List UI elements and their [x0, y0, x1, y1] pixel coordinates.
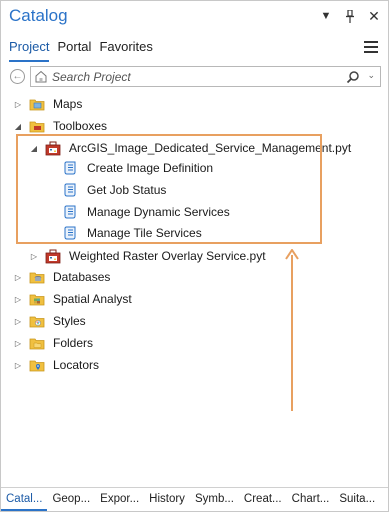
annotation-arrow	[285, 249, 299, 411]
script-tool-icon	[64, 183, 76, 197]
tree-item-label: Get Job Status	[87, 183, 167, 197]
tab-symbology[interactable]: Symb...	[190, 488, 239, 511]
expand-arrow-icon[interactable]: ▷	[13, 360, 23, 370]
tree-item-label: Spatial Analyst	[53, 292, 132, 306]
tree-item-tool[interactable]: Manage Dynamic Services	[63, 202, 230, 222]
tree-item-label: Manage Tile Services	[87, 226, 202, 240]
expand-arrow-icon[interactable]: ▷	[13, 99, 23, 109]
tree-item-label: Create Image Definition	[87, 161, 214, 175]
close-icon[interactable]: ✕	[368, 8, 380, 24]
tab-catalog[interactable]: Catal...	[1, 488, 48, 511]
expand-arrow-icon[interactable]: ▷	[13, 338, 23, 348]
catalog-nav-tabs: Project Portal Favorites	[9, 39, 153, 62]
home-icon[interactable]	[34, 69, 48, 84]
pane-title: Catalog	[9, 6, 68, 25]
maps-folder-icon	[29, 99, 45, 111]
tree-item-label: Maps	[53, 97, 83, 111]
search-icon[interactable]	[346, 70, 360, 84]
tree-item-label: ArcGIS_Image_Dedicated_Service_Managemen…	[69, 141, 352, 155]
collapse-arrow-icon[interactable]: ◢	[29, 143, 39, 153]
expand-arrow-icon[interactable]: ▷	[13, 294, 23, 304]
title-bar: Catalog ▼ ✕	[1, 1, 388, 33]
tree-item-label: Folders	[53, 336, 94, 350]
tab-favorites[interactable]: Favorites	[99, 39, 152, 59]
tree-item-folders[interactable]: ▷ Folders	[13, 333, 93, 353]
title-controls: ▼ ✕	[320, 8, 380, 24]
spatial-analyst-folder-icon	[29, 294, 45, 306]
expand-arrow-icon[interactable]: ▷	[29, 251, 39, 261]
tree-item-locators[interactable]: ▷ Locators	[13, 355, 99, 375]
bottom-pane-tabs: Catal... Geop... Expor... History Symb..…	[1, 487, 388, 511]
tree-item-styles[interactable]: ▷ Styles	[13, 311, 86, 331]
expand-arrow-icon[interactable]: ▷	[13, 316, 23, 326]
tree-item-label: Toolboxes	[53, 119, 108, 133]
tree-item-label: Locators	[53, 358, 100, 372]
tree-item-maps[interactable]: ▷ Maps	[13, 94, 82, 114]
options-dropdown-icon[interactable]: ▼	[320, 9, 332, 23]
tree-item-toolboxes[interactable]: ◢ Toolboxes	[13, 116, 107, 136]
search-box: ⌄	[30, 66, 381, 87]
tree-item-spatial-analyst[interactable]: ▷ Spatial Analyst	[13, 289, 132, 309]
catalog-pane: Catalog ▼ ✕ Project Portal Favorites ← ⌄…	[0, 0, 389, 512]
search-options-icon[interactable]: ⌄	[367, 70, 375, 81]
script-tool-icon	[64, 205, 76, 219]
styles-folder-icon	[29, 316, 45, 328]
tree-item-label: Styles	[53, 314, 86, 328]
tab-export[interactable]: Expor...	[95, 488, 144, 511]
script-tool-icon	[64, 226, 76, 240]
python-toolbox-icon	[45, 249, 61, 264]
databases-folder-icon	[29, 272, 45, 284]
active-tab-indicator	[9, 60, 49, 62]
menu-icon[interactable]	[364, 41, 378, 53]
locators-folder-icon	[29, 360, 45, 372]
tree-item-label: Databases	[53, 270, 111, 284]
tree-item-tool[interactable]: Get Job Status	[63, 180, 166, 200]
tab-create[interactable]: Creat...	[239, 488, 287, 511]
tab-suitability[interactable]: Suita...	[334, 488, 380, 511]
tree-item-toolbox-image-dedicated[interactable]: ◢ ArcGIS_Image_Dedicated_Service_Managem…	[29, 138, 351, 158]
tab-portal[interactable]: Portal	[57, 39, 91, 59]
back-icon[interactable]: ←	[10, 69, 25, 84]
tab-project[interactable]: Project	[9, 39, 49, 59]
script-tool-icon	[64, 161, 76, 175]
tree-item-tool[interactable]: Create Image Definition	[63, 158, 213, 178]
toolboxes-folder-icon	[29, 121, 45, 133]
collapse-arrow-icon[interactable]: ◢	[13, 121, 23, 131]
pin-icon[interactable]	[344, 9, 356, 23]
tree-item-tool[interactable]: Manage Tile Services	[63, 223, 202, 243]
tree-item-databases[interactable]: ▷ Databases	[13, 267, 110, 287]
tab-geoprocessing[interactable]: Geop...	[47, 488, 95, 511]
tree-item-label: Weighted Raster Overlay Service.pyt	[69, 249, 266, 263]
tree-item-label: Manage Dynamic Services	[87, 205, 230, 219]
tree-item-toolbox-weighted-raster[interactable]: ▷ Weighted Raster Overlay Service.pyt	[29, 246, 266, 266]
folders-folder-icon	[29, 338, 45, 350]
search-input[interactable]	[52, 68, 342, 85]
python-toolbox-icon	[45, 141, 61, 156]
expand-arrow-icon[interactable]: ▷	[13, 272, 23, 282]
tab-history[interactable]: History	[144, 488, 190, 511]
tab-chart[interactable]: Chart...	[287, 488, 335, 511]
